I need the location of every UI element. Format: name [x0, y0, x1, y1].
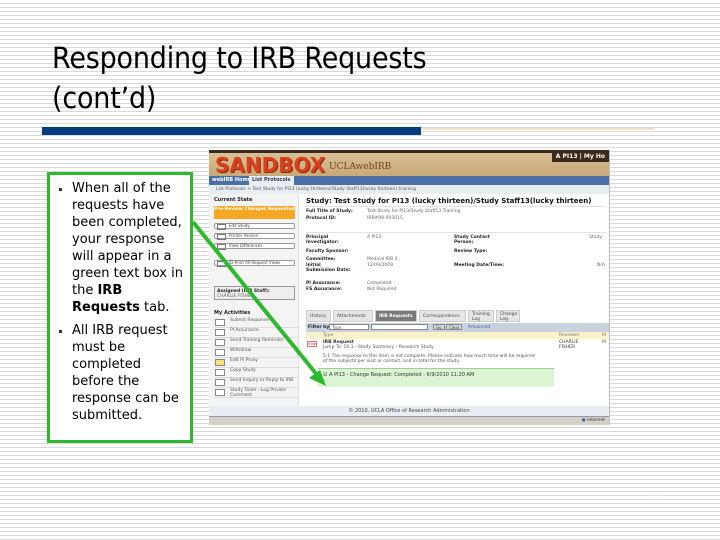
tab-training-log[interactable]: Training Log — [468, 310, 494, 322]
slide-title-line2: (cont’d) — [52, 81, 157, 115]
bullet-item: When all of the requests have been compl… — [56, 180, 186, 316]
printer-version-button[interactable]: Printer Version — [214, 233, 295, 240]
view-differences-button[interactable]: View Differences — [214, 243, 295, 250]
submit-icon — [215, 319, 225, 326]
col-reviewer[interactable]: Reviewer — [559, 332, 580, 339]
filter-input[interactable] — [371, 324, 428, 330]
activity-log-private-comment[interactable]: Study Team - Log Private Comment — [214, 388, 298, 398]
slide-title-line1: Responding to IRB Requests — [52, 41, 427, 75]
assigned-value: CHARLIE FISHER — [217, 294, 254, 299]
tab-irb-requests[interactable]: IRB Requests — [375, 310, 417, 322]
activity-edit-pi-proxy[interactable]: Edit PI Proxy — [214, 358, 298, 368]
tab-history[interactable]: History — [306, 310, 331, 322]
browser-status-bar: ● Internet — [209, 416, 609, 425]
current-state-label: Current State — [214, 197, 253, 203]
edit-study-button[interactable]: Edit Study — [214, 223, 295, 230]
committee-label: Committee: — [306, 257, 336, 262]
col-type[interactable]: Type — [323, 332, 333, 339]
filter-bar: Filter by Type Go Clear Advanced — [306, 323, 609, 332]
sidebar: Current State Pre-Review Changes Request… — [209, 194, 299, 416]
study-main: Study: Test Study for PI13 (lucky thirte… — [301, 194, 609, 416]
app-footer: © 2010, UCLA Office of Research Administ… — [209, 406, 609, 416]
pi-assurance-value: Completed — [367, 281, 392, 286]
committee-value: Medical IRB 2 — [367, 257, 398, 262]
initial-submission-label: Initial Submission Date: — [306, 263, 351, 273]
advanced-link[interactable]: Advanced — [468, 325, 490, 330]
current-state-badge: Pre-Review Changes Requested — [214, 206, 295, 219]
meeting-label: Meeting Date/Time: — [454, 263, 505, 268]
activity-copy-study[interactable]: Copy Study — [214, 368, 298, 378]
breadcrumb[interactable]: List Protocols > Test Study for PI13 (lu… — [209, 185, 609, 194]
full-title-value: Test Study for PI13/Study Staff13 Traini… — [367, 209, 461, 214]
request-message-2: of the subjects per visit or contact, an… — [323, 359, 460, 364]
withdraw-icon — [215, 349, 225, 356]
study-contact-value: Study — [589, 235, 602, 240]
tab-correspondence[interactable]: Correspondence — [419, 310, 466, 322]
filter-label: Filter by — [308, 325, 330, 330]
request-reviewer: CHARLIE FISHER — [559, 340, 579, 350]
nav-bar: webIRB Home List Protocols — [209, 176, 609, 185]
assurance-icon — [215, 329, 225, 336]
tab-change-log[interactable]: Change Log — [496, 310, 520, 322]
edit-icon — [215, 359, 225, 366]
fs-assurance-value: Not Required — [367, 287, 397, 292]
webirb-logo: UCLAwebIRB — [329, 162, 392, 172]
col-m[interactable]: M — [602, 332, 606, 339]
study-contact-label: Study Contact Person: — [454, 235, 490, 245]
request-jump-link[interactable]: Jump To: 10.1 - Study Summary - Research… — [323, 345, 434, 350]
initial-submission-value: 12/09/2009 — [367, 263, 393, 268]
filter-select[interactable]: Type — [329, 324, 369, 330]
comment-icon — [215, 389, 225, 396]
pi-label: Principal Investigator: — [306, 235, 339, 245]
divider — [306, 206, 606, 207]
pi-assurance-label: PI Assurance: — [306, 281, 341, 286]
checkbox-icon: ☑ — [323, 372, 328, 378]
bullet-item: All IRB request must be completed before… — [56, 322, 186, 424]
divider — [306, 232, 606, 233]
nav-list-protocols[interactable]: List Protocols — [249, 176, 294, 185]
fs-assurance-label: FS Assurance: — [306, 287, 342, 292]
activity-withdraw[interactable]: Withdraw — [214, 348, 298, 358]
embedded-screenshot: SANDBOX UCLAwebIRB A PI13 | My Ho webIRB… — [209, 150, 610, 425]
activity-pi-assurance[interactable]: PI Assurance — [214, 328, 298, 338]
user-bar[interactable]: A PI13 | My Ho — [551, 152, 609, 162]
inquiry-icon — [215, 379, 225, 386]
mail-icon — [215, 339, 225, 346]
faculty-sponsor-label: Faculty Sponsor: — [306, 249, 349, 254]
title-underline-thin — [421, 128, 655, 130]
my-activities-label: My Activities — [214, 310, 251, 316]
meeting-value: N/A — [597, 263, 605, 268]
request-m: M — [602, 340, 606, 345]
pi-value: A PI13 — [367, 235, 382, 240]
callout-box: When all of the requests have been compl… — [47, 172, 193, 443]
completed-text: A PI13 - Change Request: Completed - 6/9… — [329, 372, 475, 378]
completed-response-box: ☑ A PI13 - Change Request: Completed - 6… — [318, 368, 554, 387]
column-header: Type Reviewer M — [306, 332, 609, 339]
full-title-label: Full Title of Study: — [306, 209, 353, 214]
copy-icon — [215, 369, 225, 376]
review-type-label: Review Type: — [454, 249, 488, 254]
clear-button[interactable]: Clear — [446, 324, 463, 330]
assigned-staff-box: Assigned (IRB Staff): CHARLIE FISHER — [214, 286, 295, 300]
protocol-id-value: IRB#09-003015 — [367, 216, 403, 221]
print-all-requests-button[interactable]: ID-Print All Request Views — [214, 260, 295, 267]
tab-attachments[interactable]: Attachments — [333, 310, 373, 322]
app-banner: SANDBOX UCLAwebIRB A PI13 | My Ho — [209, 150, 609, 177]
title-underline-bar — [42, 127, 421, 135]
activity-send-training-reminder[interactable]: Send Training Reminder — [214, 338, 298, 348]
activity-submit-response[interactable]: Submit Response — [214, 318, 298, 328]
protocol-id-label: Protocol ID: — [306, 216, 336, 221]
sandbox-logo: SANDBOX — [215, 153, 326, 177]
nav-webirb-home[interactable]: webIRB Home — [209, 176, 254, 185]
globe-icon: ● — [581, 418, 586, 423]
internet-zone: ● Internet — [581, 418, 605, 423]
activity-send-inquiry[interactable]: Send Inquiry or Reply to IRB — [214, 378, 298, 388]
go-button[interactable]: Go — [433, 324, 445, 330]
slide-number: 31 — [648, 491, 662, 504]
study-title: Study: Test Study for PI13 (lucky thirte… — [306, 197, 592, 205]
slide-title: Responding to IRB Requests (cont’d) — [52, 38, 573, 118]
hide-badge[interactable]: Hide — [307, 341, 317, 347]
close-icon[interactable]: X — [322, 380, 325, 385]
